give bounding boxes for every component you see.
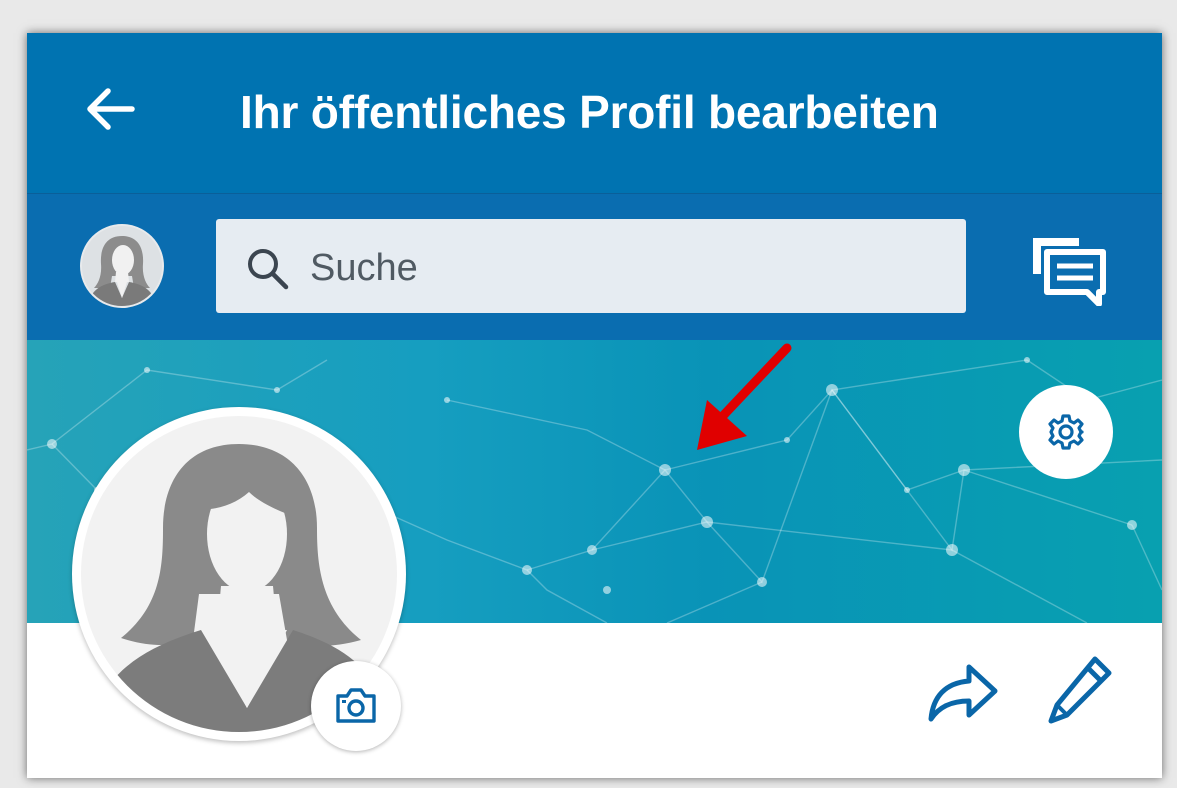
- red-arrow-icon: [697, 343, 792, 450]
- messages-button[interactable]: [1027, 234, 1107, 307]
- share-button[interactable]: [923, 657, 1003, 729]
- app-window: Ihr öffentliches Profil bearbeiten: [27, 33, 1162, 778]
- chat-bubbles-icon: [1033, 238, 1106, 307]
- search-input[interactable]: [308, 239, 932, 297]
- search-box[interactable]: [216, 219, 966, 313]
- change-photo-button[interactable]: [311, 661, 401, 751]
- arrow-left-icon: [87, 88, 135, 130]
- app-bar: Ihr öffentliches Profil bearbeiten: [27, 33, 1162, 193]
- camera-icon: [336, 688, 376, 723]
- gear-icon: [1048, 414, 1084, 450]
- profile-avatar-icon: [82, 226, 162, 306]
- search-icon: [248, 249, 289, 290]
- page-title: Ihr öffentliches Profil bearbeiten: [240, 86, 939, 138]
- annotation-arrow: [677, 340, 817, 470]
- share-arrow-icon: [928, 664, 998, 722]
- settings-button[interactable]: [1019, 385, 1113, 479]
- back-button[interactable]: [82, 81, 138, 137]
- pencil-icon: [1048, 656, 1112, 724]
- avatar[interactable]: [80, 224, 164, 308]
- edit-button[interactable]: [1045, 653, 1115, 729]
- search-toolbar: [27, 193, 1162, 341]
